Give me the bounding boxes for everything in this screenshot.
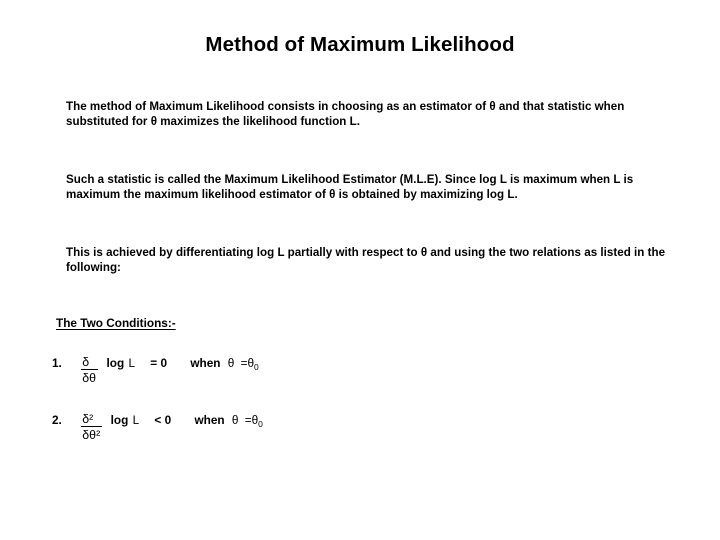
fraction-denominator: δθ [82,371,97,385]
when-theta-variable: θ [227,356,235,370]
when-label: when [194,413,225,427]
likelihood-variable: L [128,356,136,370]
when-theta-value-text: =θ [240,356,255,370]
fraction-numerator: δ [81,355,99,370]
condition-operator: < 0 [154,413,172,427]
second-derivative-fraction: δ² δθ² [81,412,103,442]
condition-expression: log L < 0 when θ =θ0 [106,413,263,429]
paragraph-mle-estimator: Such a statistic is called the Maximum L… [66,173,634,202]
condition-expression: log L = 0 when θ =θ0 [101,356,259,372]
when-label: when [190,356,221,370]
paragraph-differentiation: This is achieved by differentiating log … [66,246,666,275]
condition-number: 1. [52,356,62,370]
when-theta-subscript: 0 [258,419,263,429]
condition-item-1: 1. δ δθ log L = 0 when θ =θ0 [52,355,259,386]
condition-operator: = 0 [150,356,168,370]
derivative-fraction: δ δθ [81,355,99,385]
fraction-numerator: δ² [81,412,103,427]
when-theta-value: =θ0 [238,356,259,372]
when-theta-subscript: 0 [254,362,259,372]
log-function-label: log [106,356,125,370]
likelihood-variable: L [132,413,140,427]
conditions-heading: The Two Conditions:- [56,316,176,330]
log-function-label: log [110,413,129,427]
page-title: Method of Maximum Likelihood [205,33,515,56]
slide-canvas: Method of Maximum Likelihood The method … [0,0,720,540]
when-theta-value: =θ0 [242,413,263,429]
paragraph-definition: The method of Maximum Likelihood consist… [66,100,625,129]
condition-item-2: 2. δ² δθ² log L < 0 when θ =θ0 [52,412,263,443]
when-theta-variable: θ [231,413,239,427]
fraction-denominator: δθ² [82,428,101,442]
when-theta-value-text: =θ [244,413,259,427]
condition-number: 2. [52,413,62,427]
